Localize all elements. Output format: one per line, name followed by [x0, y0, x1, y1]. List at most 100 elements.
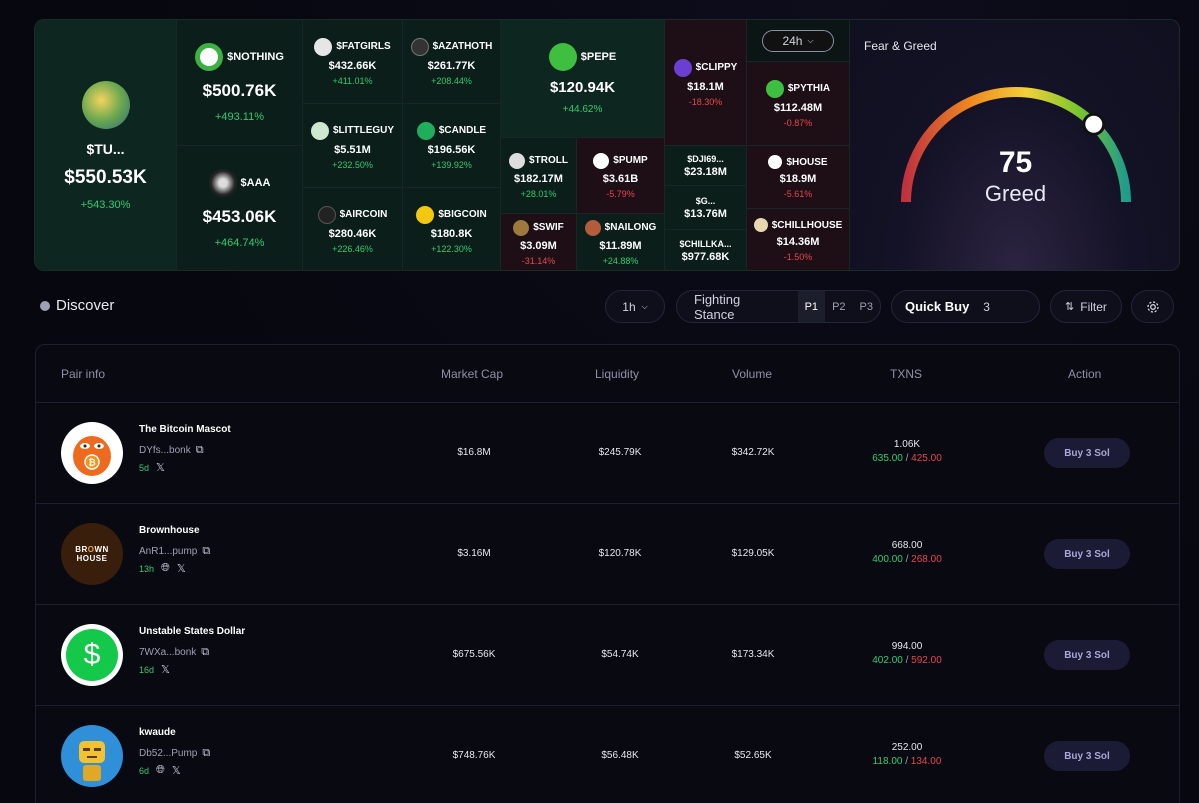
- heatmap-tile[interactable]: $TROLL $182.17M +28.01%: [501, 138, 577, 214]
- buy-button[interactable]: Buy 3 Sol: [1044, 539, 1130, 569]
- token-mcap: $18.1M: [687, 80, 724, 93]
- timeframe-select[interactable]: 24h ⌵: [762, 30, 834, 52]
- heatmap-tile[interactable]: $TU... $550.53K +543.30%: [35, 20, 177, 270]
- heatmap-tile[interactable]: $CANDLE $196.56K +139.92%: [403, 104, 501, 188]
- copy-icon[interactable]: ⧉: [202, 747, 210, 760]
- heatmap-tile[interactable]: $CHILLHOUSE $14.36M -1.50%: [747, 209, 850, 270]
- heatmap-tile[interactable]: $G... $13.76M: [665, 186, 747, 230]
- token-name[interactable]: The Bitcoin Mascot: [139, 424, 231, 435]
- buy-button[interactable]: Buy 3 Sol: [1044, 640, 1130, 670]
- token-age: 6d: [139, 765, 150, 776]
- token-avatar: [768, 155, 783, 169]
- col-volume[interactable]: Volume: [732, 367, 772, 381]
- token-avatar: [753, 218, 768, 232]
- table-row[interactable]: ₿ The Bitcoin Mascot DYfs...bonk ⧉ 5d 𝕏 $1…: [36, 403, 1179, 504]
- token-change: +208.44%: [431, 75, 472, 86]
- copy-icon[interactable]: ⧉: [196, 444, 204, 457]
- liquidity-value: $245.79K: [598, 447, 642, 458]
- txns-total: 668.00: [891, 540, 923, 551]
- dollar-icon: $: [66, 629, 118, 681]
- heatmap-tile[interactable]: $DJI69... $23.18M: [665, 146, 747, 186]
- heatmap-tile[interactable]: $BIGCOIN $180.8K +122.30%: [403, 188, 501, 270]
- preset-p1[interactable]: P1: [797, 291, 826, 322]
- txns-total: 252.00: [891, 742, 923, 753]
- heatmap-tile[interactable]: $AIRCOIN $280.46K +226.46%: [303, 188, 403, 270]
- col-market-cap[interactable]: Market Cap: [441, 367, 503, 381]
- token-avatar: [314, 37, 333, 56]
- market-cap-value: $16.8M: [457, 447, 491, 458]
- heatmap-tile[interactable]: $CHILLKA... $977.68K: [665, 230, 747, 270]
- chevron-down-icon: ⌵: [641, 301, 648, 311]
- heatmap-tile[interactable]: $NOTHING $500.76K +493.11%: [177, 20, 303, 146]
- heatmap-tile[interactable]: $NAILONG $11.89M +24.88%: [577, 214, 665, 270]
- col-liquidity[interactable]: Liquidity: [595, 367, 639, 381]
- heatmap-tile[interactable]: $PEPE $120.94K +44.62%: [501, 20, 665, 138]
- globe-icon[interactable]: 🌐︎: [161, 562, 170, 575]
- table-row[interactable]: kwaude Db52...Pump ⧉ 6d 🌐︎ 𝕏 $748.76K $56.4…: [36, 706, 1179, 803]
- token-mcap: $3.61B: [602, 172, 639, 185]
- heatmap-tile[interactable]: $HOUSE $18.9M -5.61%: [747, 146, 850, 209]
- token-name[interactable]: kwaude: [139, 727, 176, 738]
- col-txns[interactable]: TXNS: [890, 367, 922, 381]
- txns-buys: 118.00: [872, 756, 903, 767]
- token-change: +464.74%: [214, 236, 265, 249]
- stance-selector[interactable]: Fighting Stance P1 P2 P3: [676, 290, 881, 323]
- token-name[interactable]: Brownhouse: [139, 525, 200, 536]
- token-ticker: $CHILLHOUSE: [771, 219, 843, 231]
- buy-button[interactable]: Buy 3 Sol: [1044, 741, 1130, 771]
- token-mcap: $18.9M: [779, 173, 817, 185]
- heatmap-tile[interactable]: $FATGIRLS $432.66K +411.01%: [303, 20, 403, 104]
- heatmap-tile[interactable]: $AZATHOTH $261.77K +208.44%: [403, 20, 501, 104]
- logo-text-rest: WN: [94, 545, 109, 554]
- x-twitter-icon[interactable]: 𝕏: [177, 562, 186, 575]
- token-change: +24.88%: [602, 255, 639, 266]
- txns-total: 994.00: [891, 641, 923, 652]
- heatmap-tile[interactable]: $PYTHIA $112.48M -0.87%: [747, 62, 850, 146]
- logo-text-bottom: HOUSE: [76, 554, 108, 563]
- token-avatar: [195, 42, 224, 71]
- token-ticker: $TU...: [86, 140, 125, 157]
- token-mcap: $196.56K: [427, 143, 476, 156]
- token-ticker: $PUMP: [613, 155, 648, 166]
- settings-button[interactable]: [1131, 290, 1174, 323]
- copy-icon[interactable]: ⧉: [201, 646, 209, 659]
- token-address: Db52...Pump: [139, 748, 198, 759]
- token-change: +543.30%: [80, 198, 131, 211]
- token-name[interactable]: Unstable States Dollar: [139, 626, 245, 637]
- heatmap-tile[interactable]: $SWIF $3.09M -31.14%: [501, 214, 577, 270]
- token-ticker: $SWIF: [533, 222, 564, 233]
- col-action: Action: [1068, 367, 1102, 381]
- preset-p2[interactable]: P2: [825, 291, 852, 322]
- token-change: +493.11%: [214, 110, 265, 123]
- token-change: +28.01%: [520, 188, 557, 199]
- heatmap-tile[interactable]: $LITTLEGUY $5.51M +232.50%: [303, 104, 403, 188]
- txns-cell: 994.00 402.00 / 592.00: [847, 641, 967, 666]
- copy-icon[interactable]: ⧉: [202, 545, 210, 558]
- market-cap-value: $748.76K: [452, 750, 496, 761]
- buy-button[interactable]: Buy 3 Sol: [1044, 438, 1130, 468]
- x-twitter-icon[interactable]: 𝕏: [172, 764, 181, 777]
- x-twitter-icon[interactable]: 𝕏: [161, 663, 170, 676]
- globe-icon[interactable]: 🌐︎: [156, 764, 165, 777]
- logo-text-top: BR: [75, 545, 88, 554]
- filter-button[interactable]: ⇅ Filter: [1050, 290, 1122, 323]
- table-row[interactable]: BROWN HOUSE Brownhouse AnR1...pump ⧉ 13h 🌐…: [36, 504, 1179, 605]
- preset-tabs: P1 P2 P3: [797, 291, 880, 322]
- x-twitter-icon[interactable]: 𝕏: [156, 461, 165, 474]
- token-ticker: $CHILLKA...: [679, 238, 732, 249]
- token-change: +44.62%: [562, 103, 603, 115]
- preset-p3[interactable]: P3: [853, 291, 880, 322]
- token-avatar: [509, 152, 526, 169]
- table-row[interactable]: $ Unstable States Dollar 7WXa...bonk ⧉ 16…: [36, 605, 1179, 706]
- token-mcap: $432.66K: [328, 59, 377, 72]
- interval-select[interactable]: 1h ⌵: [605, 290, 665, 323]
- market-cap-value: $3.16M: [457, 548, 491, 559]
- heatmap-tile[interactable]: $AAA $453.06K +464.74%: [177, 146, 303, 270]
- heatmap-tile[interactable]: $PUMP $3.61B -5.79%: [577, 138, 665, 214]
- token-change: -0.87%: [783, 117, 813, 128]
- token-change: -31.14%: [521, 255, 556, 266]
- heatmap-tile[interactable]: $CLIPPY $18.1M -18.30%: [665, 20, 747, 146]
- token-ticker: $PYTHIA: [787, 83, 831, 94]
- quick-buy-input[interactable]: Quick Buy 3: [891, 290, 1040, 323]
- token-mcap: $120.94K: [549, 78, 616, 96]
